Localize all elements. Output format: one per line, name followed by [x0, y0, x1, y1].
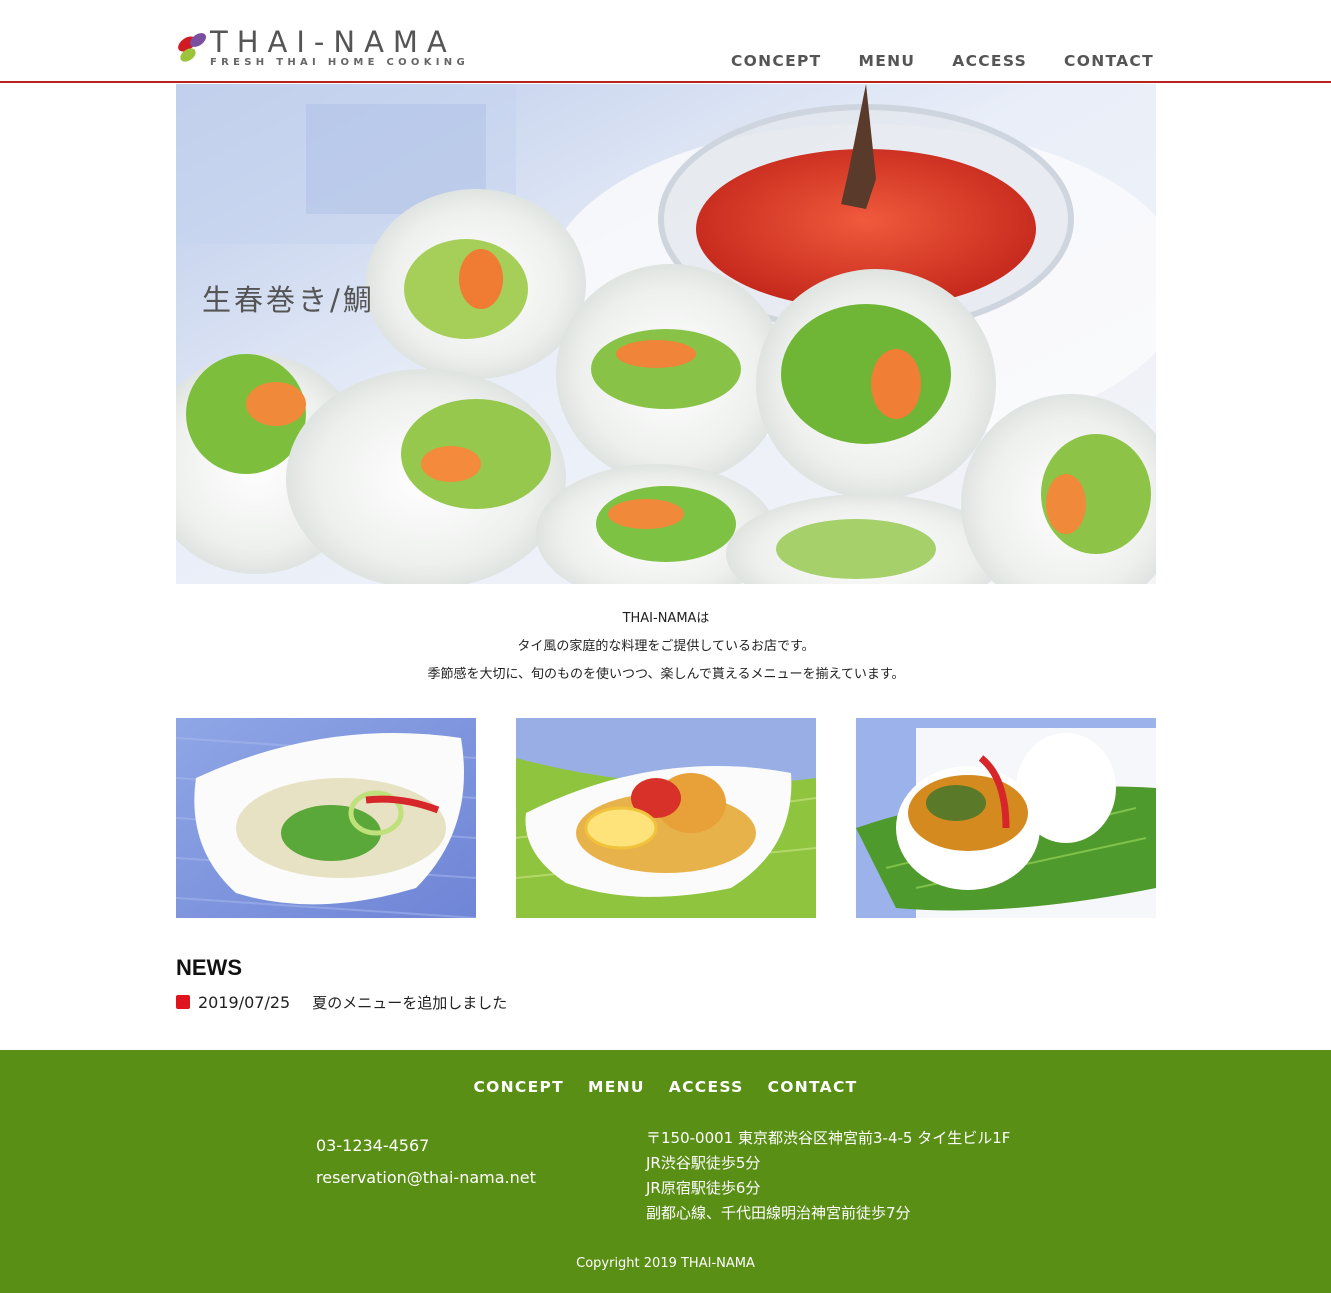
- news-text[interactable]: 夏のメニューを追加しました: [312, 992, 507, 1013]
- address-line: 副都心線、千代田線明治神宮前徒歩7分: [646, 1204, 911, 1222]
- site-footer: CONCEPT MENU ACCESS CONTACT 03-1234-4567…: [0, 1050, 1331, 1293]
- dish-photo-green-curry: [856, 718, 1156, 918]
- nav-access[interactable]: ACCESS: [952, 52, 1027, 70]
- footer-contact: 03-1234-4567 reservation@thai-nama.net: [316, 1130, 536, 1194]
- address-line: 〒150-0001 東京都渋谷区神宮前3-4-5 タイ生ビル1F: [646, 1129, 1011, 1147]
- intro-line: THAI-NAMAは: [622, 611, 710, 626]
- news-date: 2019/07/25: [198, 992, 291, 1012]
- news-heading: NEWS: [176, 955, 242, 980]
- footer-nav-concept[interactable]: CONCEPT: [473, 1078, 564, 1096]
- logo-petals-icon: [178, 33, 207, 62]
- header-divider: [0, 81, 1331, 83]
- footer-email[interactable]: reservation@thai-nama.net: [316, 1162, 536, 1194]
- main-nav: CONCEPT MENU ACCESS CONTACT: [731, 52, 1154, 70]
- hero-photo-spring-rolls: [176, 84, 1156, 584]
- site-header: THAI-NAMA FRESH THAI HOME COOKING CONCEP…: [0, 0, 1331, 84]
- news-item[interactable]: 2019/07/25 夏のメニューを追加しました: [176, 991, 507, 1013]
- dish-photo-khao-soi: [516, 718, 816, 918]
- nav-contact[interactable]: CONTACT: [1064, 52, 1154, 70]
- nav-concept[interactable]: CONCEPT: [731, 52, 822, 70]
- footer-nav-access[interactable]: ACCESS: [669, 1078, 744, 1096]
- news-marker-icon: [176, 995, 190, 1009]
- dish-photo-noodle-soup: [176, 718, 476, 918]
- footer-nav-menu[interactable]: MENU: [588, 1078, 645, 1096]
- hero-caption: 生春巻き/鯛: [202, 283, 375, 317]
- brand-title: THAI-NAMA: [210, 25, 456, 59]
- brand-subtitle: FRESH THAI HOME COOKING: [210, 57, 469, 68]
- footer-address: 〒150-0001 東京都渋谷区神宮前3-4-5 タイ生ビル1F JR渋谷駅徒歩…: [646, 1126, 1010, 1226]
- intro-line: タイ風の家庭的な料理をご提供しているお店です。: [517, 639, 815, 654]
- intro-text: THAI-NAMAは タイ風の家庭的な料理をご提供しているお店です。 季節感を大…: [176, 605, 1156, 689]
- footer-nav: CONCEPT MENU ACCESS CONTACT: [0, 1078, 1331, 1096]
- address-line: JR原宿駅徒歩6分: [646, 1179, 761, 1197]
- hero-image: 生春巻き/鯛: [176, 84, 1156, 584]
- site-logo[interactable]: THAI-NAMA FRESH THAI HOME COOKING: [176, 26, 476, 76]
- address-line: JR渋谷駅徒歩5分: [646, 1154, 761, 1172]
- footer-phone[interactable]: 03-1234-4567: [316, 1130, 536, 1162]
- nav-menu[interactable]: MENU: [859, 52, 916, 70]
- footer-nav-contact[interactable]: CONTACT: [768, 1078, 858, 1096]
- intro-line: 季節感を大切に、旬のものを使いつつ、楽しんで貰えるメニューを揃えています。: [427, 667, 905, 682]
- copyright: Copyright 2019 THAI-NAMA: [576, 1256, 755, 1271]
